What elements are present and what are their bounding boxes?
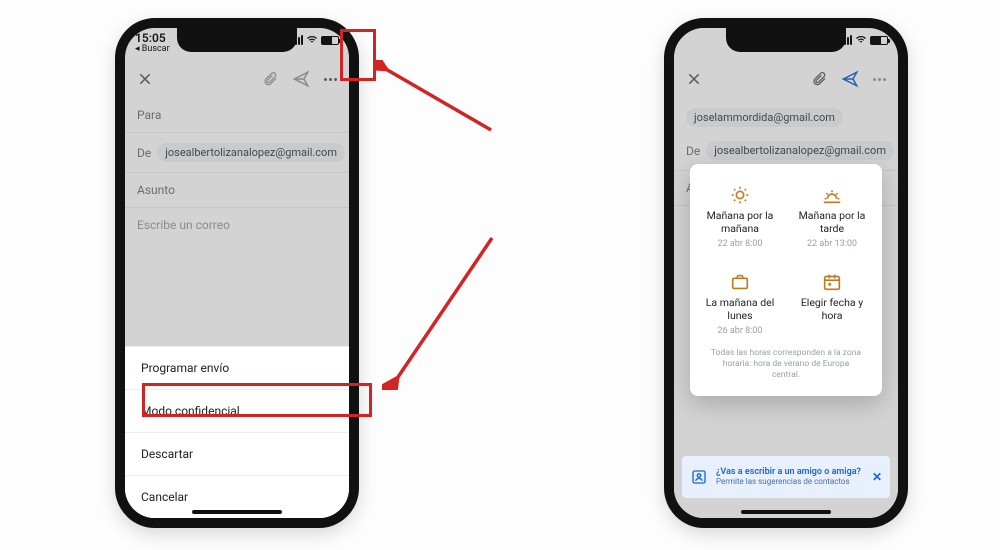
sunrise-icon [729, 184, 751, 206]
action-sheet: Programar envío Modo confidencial Descar… [125, 346, 349, 518]
option-title: Elegir fecha y hora [790, 297, 874, 322]
banner-subtitle: Permite las sugerencias de contactos [716, 478, 864, 487]
callout-arrow-bottom [382, 230, 502, 390]
sheet-item-discard[interactable]: Descartar [125, 433, 349, 476]
option-date: 26 abr 8:00 [718, 326, 763, 336]
option-title: Mañana por la mañana [698, 210, 782, 235]
timezone-note: Todas las horas corresponden a la zona h… [696, 340, 876, 383]
option-date: 22 abr 8:00 [718, 239, 763, 249]
callout-arrow-top [376, 60, 496, 140]
contacts-icon [690, 468, 708, 486]
home-indicator[interactable] [192, 510, 282, 514]
schedule-option-monday-morning[interactable]: La mañana del lunes 26 abr 8:00 [696, 267, 784, 340]
home-indicator[interactable] [741, 510, 831, 514]
phone-right: joselammordida@gmail.com De josealbertol… [664, 18, 908, 528]
modal-overlay [125, 28, 349, 364]
option-date: 22 abr 13:00 [807, 239, 857, 249]
phone-left: 15:05 ◂ Buscar [115, 18, 359, 528]
sunset-icon [821, 184, 843, 206]
option-title: La mañana del lunes [698, 297, 782, 322]
schedule-option-tomorrow-afternoon[interactable]: Mañana por la tarde 22 abr 13:00 [788, 180, 876, 253]
calendar-icon [821, 271, 843, 293]
phone-notch [726, 28, 846, 52]
schedule-option-tomorrow-morning[interactable]: Mañana por la mañana 22 abr 8:00 [696, 180, 784, 253]
phone-notch [177, 28, 297, 52]
sheet-item-schedule-send[interactable]: Programar envío [125, 346, 349, 390]
sheet-item-confidential[interactable]: Modo confidencial [125, 390, 349, 433]
banner-close-icon[interactable]: ✕ [872, 470, 882, 484]
option-title: Mañana por la tarde [790, 210, 874, 235]
schedule-option-pick-date[interactable]: Elegir fecha y hora [788, 267, 876, 340]
schedule-send-card: Mañana por la mañana 22 abr 8:00 Mañana … [690, 164, 882, 396]
briefcase-icon [729, 271, 751, 293]
contacts-suggestion-banner[interactable]: ¿Vas a escribir a un amigo o amiga? Perm… [682, 456, 890, 498]
